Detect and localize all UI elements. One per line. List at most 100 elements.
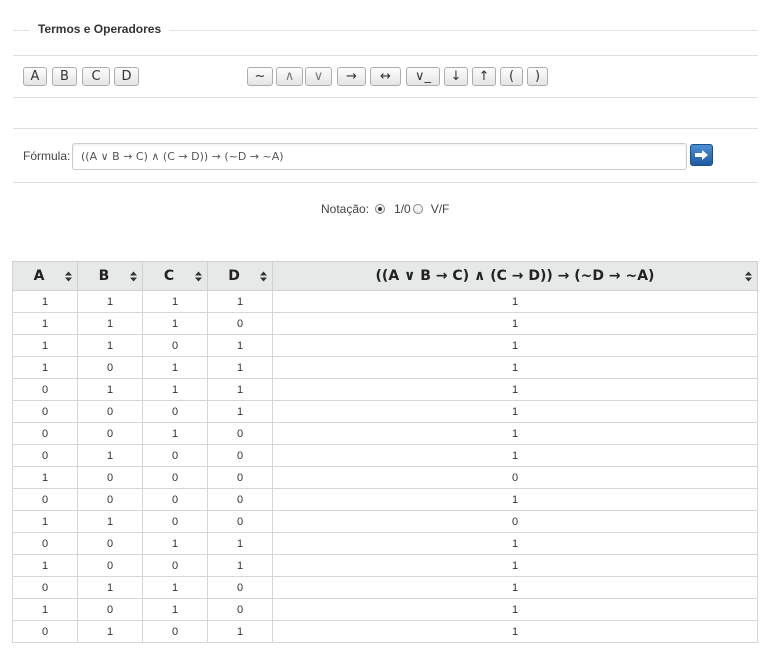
table-cell: 0 xyxy=(142,400,208,423)
table-cell: 0 xyxy=(207,576,273,599)
table-header-row: A B C D ((A ∨ B → C) ∧ (C → D)) → (~D → ~A) xyxy=(12,261,758,291)
table-row: 10000 xyxy=(12,466,758,489)
table-cell: 1 xyxy=(272,532,758,555)
sort-icon[interactable] xyxy=(130,271,137,282)
formula-input[interactable] xyxy=(72,143,687,170)
table-cell: 1 xyxy=(272,620,758,643)
table-row: 10101 xyxy=(12,598,758,621)
notation-radio-1-0[interactable] xyxy=(375,204,386,214)
operator-implication-button[interactable]: → xyxy=(337,67,366,86)
table-cell: 1 xyxy=(12,334,78,357)
table-cell: 1 xyxy=(77,444,143,467)
table-cell: 0 xyxy=(207,488,273,511)
table-cell: 1 xyxy=(12,466,78,489)
table-cell: 0 xyxy=(142,444,208,467)
table-cell: 1 xyxy=(142,576,208,599)
notation-radio-v-f[interactable] xyxy=(412,204,423,214)
table-cell: 1 xyxy=(272,554,758,577)
table-cell: 0 xyxy=(77,532,143,555)
table-cell: 0 xyxy=(12,532,78,555)
term-button-a[interactable]: A xyxy=(23,67,47,86)
operator-biconditional-button[interactable]: ↔ xyxy=(370,67,401,86)
open-paren-button[interactable]: ( xyxy=(500,67,523,86)
column-header[interactable]: B xyxy=(77,261,143,291)
table-cell: 1 xyxy=(12,598,78,621)
table-cell: 1 xyxy=(77,312,143,335)
column-header[interactable]: D xyxy=(207,261,273,291)
table-row: 00011 xyxy=(12,400,758,423)
table-cell: 1 xyxy=(272,334,758,357)
table-cell: 0 xyxy=(207,466,273,489)
table-cell: 1 xyxy=(142,378,208,401)
notation-option-label: 1/0 xyxy=(394,202,411,216)
table-cell: 0 xyxy=(12,378,78,401)
table-cell: 0 xyxy=(77,422,143,445)
table-cell: 1 xyxy=(12,312,78,335)
table-row: 11111 xyxy=(12,290,758,313)
table-cell: 1 xyxy=(272,488,758,511)
table-cell: 1 xyxy=(142,290,208,313)
column-header[interactable]: C xyxy=(142,261,208,291)
operator-xor-button[interactable]: ∨_ xyxy=(406,67,440,86)
operator-negation-button[interactable]: ~ xyxy=(247,67,273,86)
table-cell: 1 xyxy=(77,510,143,533)
table-cell: 0 xyxy=(142,466,208,489)
table-row: 01001 xyxy=(12,444,758,467)
table-cell: 1 xyxy=(207,334,273,357)
table-row: 11101 xyxy=(12,312,758,335)
table-cell: 1 xyxy=(272,312,758,335)
submit-button[interactable] xyxy=(690,144,713,166)
table-row: 01101 xyxy=(12,576,758,599)
table-row: 01111 xyxy=(12,378,758,401)
table-cell: 0 xyxy=(142,488,208,511)
sort-icon[interactable] xyxy=(65,271,72,282)
table-row: 00111 xyxy=(12,532,758,555)
table-cell: 0 xyxy=(207,444,273,467)
divider xyxy=(13,97,758,98)
table-cell: 0 xyxy=(142,620,208,643)
table-cell: 1 xyxy=(207,400,273,423)
table-cell: 1 xyxy=(272,378,758,401)
column-header[interactable]: ((A ∨ B → C) ∧ (C → D)) → (~D → ~A) xyxy=(272,261,758,291)
table-cell: 0 xyxy=(77,488,143,511)
table-cell: 1 xyxy=(272,576,758,599)
arrow-right-icon xyxy=(695,150,708,160)
sort-icon[interactable] xyxy=(745,271,752,282)
table-cell: 1 xyxy=(12,290,78,313)
table-row: 00001 xyxy=(12,488,758,511)
column-header[interactable]: A xyxy=(12,261,78,291)
table-cell: 0 xyxy=(272,510,758,533)
operator-nor-button[interactable]: ↓ xyxy=(444,67,468,86)
table-cell: 1 xyxy=(207,554,273,577)
table-cell: 0 xyxy=(207,598,273,621)
close-paren-button[interactable]: ) xyxy=(527,67,548,86)
table-row: 10111 xyxy=(12,356,758,379)
operator-and-button[interactable]: ∧ xyxy=(276,67,303,86)
table-cell: 0 xyxy=(207,422,273,445)
table-cell: 0 xyxy=(77,466,143,489)
table-cell: 0 xyxy=(12,444,78,467)
table-cell: 1 xyxy=(77,620,143,643)
term-button-c[interactable]: C xyxy=(82,67,110,86)
table-cell: 0 xyxy=(207,510,273,533)
sort-icon[interactable] xyxy=(195,271,202,282)
term-button-d[interactable]: D xyxy=(114,67,139,86)
divider xyxy=(13,128,758,129)
table-row: 00101 xyxy=(12,422,758,445)
operator-nand-button[interactable]: ↑ xyxy=(472,67,496,86)
sort-icon[interactable] xyxy=(260,271,267,282)
table-cell: 1 xyxy=(77,290,143,313)
table-cell: 0 xyxy=(77,356,143,379)
table-cell: 1 xyxy=(142,422,208,445)
section-title: Termos e Operadores xyxy=(30,22,170,36)
term-button-b[interactable]: B xyxy=(52,67,77,86)
operator-or-button[interactable]: ∨ xyxy=(305,67,332,86)
table-cell: 0 xyxy=(207,312,273,335)
notation-option-label: V/F xyxy=(430,202,450,216)
table-cell: 1 xyxy=(272,598,758,621)
table-cell: 1 xyxy=(142,356,208,379)
table-cell: 0 xyxy=(12,620,78,643)
notation-selector: Notação: 1/0 V/F xyxy=(321,202,449,216)
table-cell: 1 xyxy=(77,334,143,357)
table-cell: 1 xyxy=(142,532,208,555)
